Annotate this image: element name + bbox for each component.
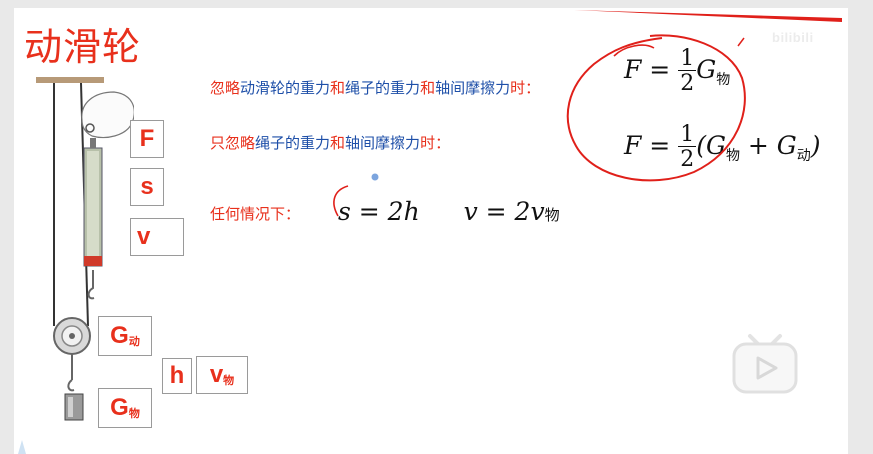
slide: 动滑轮 bilibili F s v G 动 h v 物 G 物 忽略动滑轮的重… (14, 8, 848, 454)
label-s: s (130, 168, 164, 206)
label-v-wu: v物 (196, 356, 248, 394)
label-v: v (130, 218, 184, 256)
corner-stroke (574, 10, 842, 22)
annotation-circle (566, 34, 746, 182)
screen: 动滑轮 bilibili F s v G 动 h v 物 G 物 忽略动滑轮的重… (0, 0, 873, 454)
hand-icon (81, 91, 134, 139)
label-G-wu: G物 (98, 388, 152, 428)
play-button[interactable] (730, 330, 800, 396)
bilibili-watermark: bilibili (772, 30, 814, 45)
label-F: F (130, 120, 164, 158)
label-h: h (162, 358, 192, 394)
formula-3: s = 2h v = 2v物 (338, 197, 560, 226)
annotation-arc (333, 185, 349, 217)
cursor-dot (371, 173, 379, 181)
weight-block-icon (64, 393, 84, 421)
label-G-dong: G动 (98, 316, 152, 356)
ceiling-beam (36, 77, 104, 83)
condition-line-1: 忽略动滑轮的重力和绳子的重力和轴间摩擦力时： (210, 79, 541, 97)
condition-line-3: 任何情况下： (210, 205, 301, 223)
condition-line-2: 只忽略绳子的重力和轴间摩擦力时： (210, 134, 451, 152)
